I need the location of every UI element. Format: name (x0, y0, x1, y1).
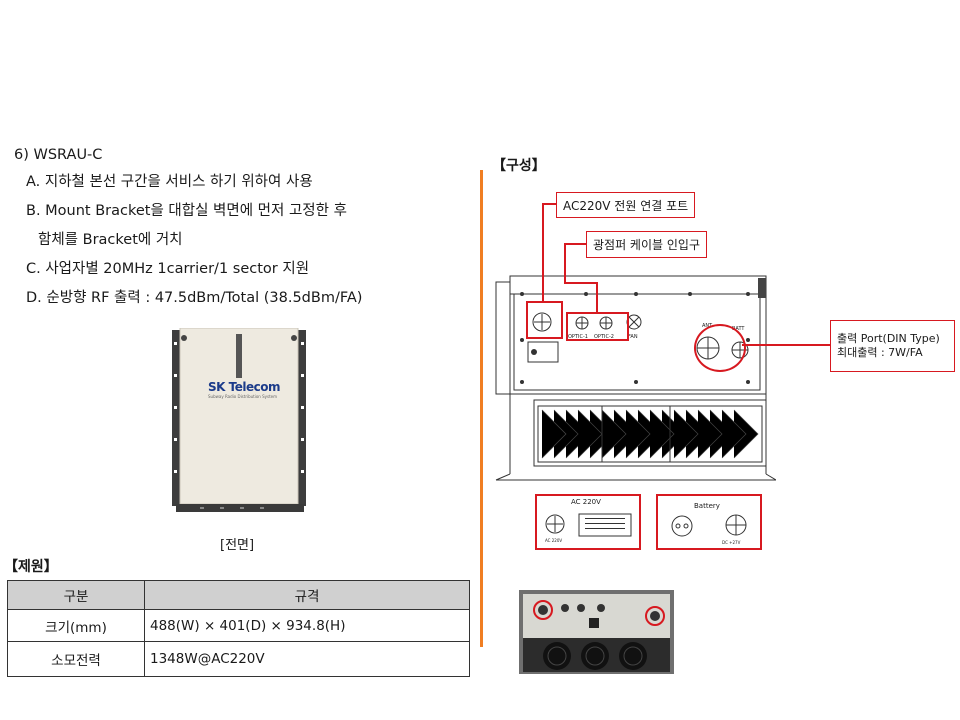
unit-rear-photo (519, 590, 674, 674)
ac-detail-label: AC 220V (545, 538, 563, 543)
leader-line (564, 282, 597, 284)
spec-title: 【제원】 (4, 559, 58, 575)
section-divider (480, 170, 483, 647)
item-c: C. 사업자별 20MHz 1carrier/1 sector 지원 (26, 261, 310, 277)
config-title: 【구성】 (492, 158, 546, 174)
leader-line (542, 203, 544, 302)
spec-row-value: 488(W) × 401(D) × 934.8(H) (144, 609, 470, 642)
callout-output-line2: 최대출력 : 7W/FA (837, 346, 923, 359)
spec-table: 구분 규격 크기(mm) 488(W) × 401(D) × 934.8(H) … (7, 580, 470, 677)
spec-row-label: 크기(mm) (7, 609, 145, 642)
item-a: A. 지하철 본선 구간을 서비스 하기 위하여 사용 (26, 174, 313, 190)
callout-output: 출력 Port(DIN Type) 최대출력 : 7W/FA (830, 320, 955, 372)
spec-row-value: 1348W@AC220V (144, 641, 470, 677)
item-d: D. 순방향 RF 출력 : 47.5dBm/Total (38.5dBm/FA… (26, 290, 363, 306)
battery-detail-title: Battery (694, 502, 720, 510)
item-b: B. Mount Bracket을 대합실 벽면에 먼저 고정한 후 (26, 203, 347, 219)
battery-detail-label: DC +27V (722, 540, 741, 545)
callout-optic: 광점퍼 케이블 인입구 (586, 231, 707, 258)
callout-output-line1: 출력 Port(DIN Type) (837, 332, 940, 345)
table-row: 크기(mm) 488(W) × 401(D) × 934.8(H) (7, 609, 470, 642)
device-front-image: SK Telecom Subway Radio Distribution Sys… (170, 327, 310, 516)
ac-port-highlight (526, 301, 563, 339)
spec-header-row: 구분 규격 (7, 580, 470, 610)
ac-connector-detail: AC 220V AC 220V (535, 494, 641, 550)
leader-line (564, 243, 587, 245)
product-heading: 6) WSRAU-C (14, 147, 103, 163)
callout-ac-port: AC220V 전원 연결 포트 (556, 192, 696, 218)
fan-label: FAN (628, 334, 638, 340)
output-port-highlight (694, 324, 746, 372)
spec-header-spec: 규격 (144, 580, 470, 610)
leader-line (542, 203, 557, 205)
leader-line (564, 243, 566, 283)
item-b-cont: 함체를 Bracket에 거치 (38, 232, 183, 248)
spec-row-label: 소모전력 (7, 641, 145, 677)
battery-connector-detail: Battery DC +27V (656, 494, 762, 550)
spec-header-category: 구분 (7, 580, 145, 610)
table-row: 소모전력 1348W@AC220V (7, 641, 470, 677)
front-caption: [전면] (220, 538, 255, 553)
leader-line (596, 282, 598, 313)
optic-highlight (566, 312, 629, 341)
device-brand-logo: SK Telecom (208, 380, 280, 394)
ac-detail-title: AC 220V (571, 498, 601, 506)
leader-line (742, 344, 831, 346)
device-brand-subtitle: Subway Radio Distribution System (208, 394, 278, 399)
